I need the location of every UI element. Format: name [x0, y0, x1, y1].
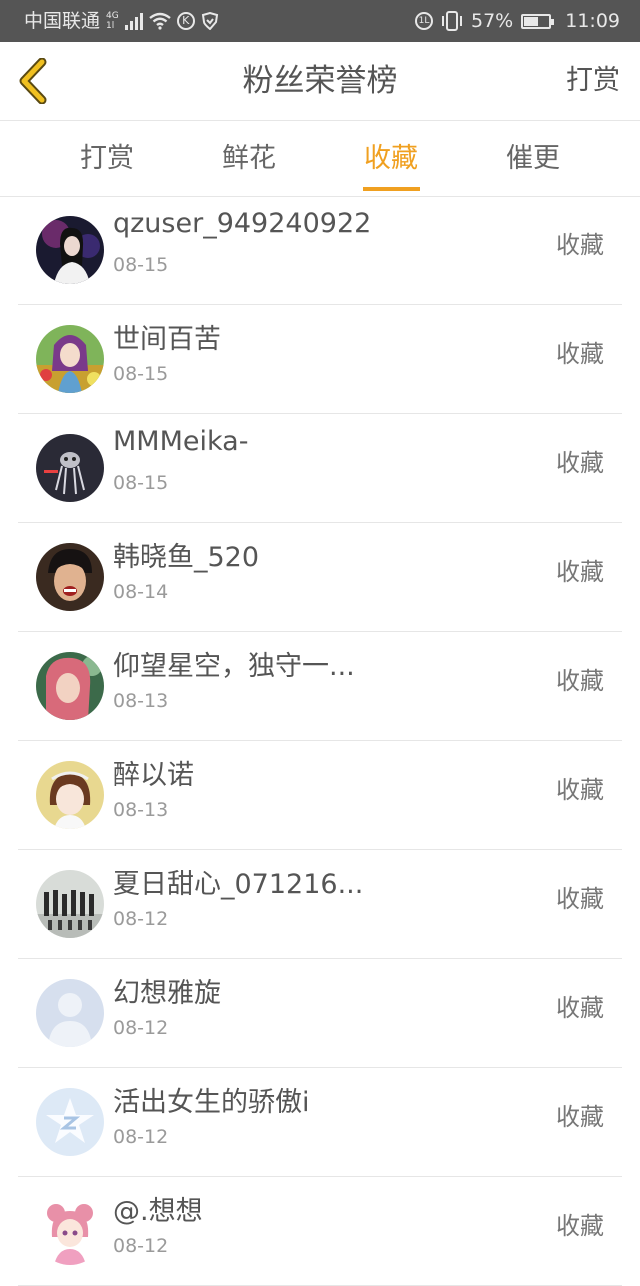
avatar default-avatar-icon[interactable]: [36, 979, 104, 1047]
date: 08-15: [113, 472, 169, 494]
action-label: 收藏: [556, 1212, 604, 1240]
list-item[interactable]: 夏日甜心_071216... 08-12 收藏: [18, 850, 622, 959]
date: 08-13: [113, 799, 169, 821]
avatar[interactable]: [36, 434, 104, 502]
k-icon: K: [176, 12, 195, 30]
list-item[interactable]: 醉以诺 08-13 收藏: [18, 741, 622, 850]
action-label: 收藏: [556, 558, 604, 586]
avatar[interactable]: [36, 1197, 104, 1265]
battery-percent: 57%: [471, 10, 514, 32]
user-name: 夏日甜心_071216...: [113, 869, 364, 900]
action-label: 收藏: [556, 1103, 604, 1131]
list-item[interactable]: 世间百苦 08-15 收藏: [18, 305, 622, 414]
action-label: 收藏: [556, 449, 604, 477]
list-item[interactable]: MMMeika- 08-15 收藏: [18, 414, 622, 523]
fan-list: qzuser_949240922 08-15 收藏 世间百苦 08-15 收藏 …: [0, 196, 640, 1286]
hd-call-icon: 1L: [415, 12, 433, 30]
app-header: 粉丝荣誉榜 打赏: [0, 42, 640, 121]
user-name: 幻想雅旋: [113, 978, 221, 1009]
page-title: 粉丝荣誉榜: [242, 63, 398, 99]
avatar[interactable]: [36, 325, 104, 393]
tip-button[interactable]: 打赏: [566, 42, 620, 120]
wifi-icon: [148, 12, 171, 30]
date: 08-13: [113, 690, 169, 712]
signal-icon: [124, 12, 143, 30]
avatar star-logo-icon[interactable]: [36, 1088, 104, 1156]
date: 08-14: [113, 581, 169, 603]
date: 08-12: [113, 1126, 169, 1148]
tab-favorites[interactable]: 收藏: [320, 121, 462, 196]
list-item[interactable]: qzuser_949240922 08-15 收藏: [18, 196, 622, 305]
action-label: 收藏: [556, 340, 604, 368]
user-name: 世间百苦: [113, 324, 221, 355]
user-name: 活出女生的骄傲i: [113, 1087, 310, 1118]
user-name: 仰望星空，独守一...: [113, 651, 355, 682]
tab-urge-update[interactable]: 催更: [462, 121, 604, 196]
action-label: 收藏: [556, 231, 604, 259]
clock: 11:09: [565, 10, 620, 32]
action-label: 收藏: [556, 667, 604, 695]
active-tab-indicator: [363, 187, 420, 191]
carrier-name: 中国联通: [24, 10, 101, 32]
date: 08-12: [113, 908, 169, 930]
date: 08-15: [113, 254, 169, 276]
user-name: 醉以诺: [113, 760, 194, 791]
network-label: 4G: [106, 11, 119, 21]
action-label: 收藏: [556, 994, 604, 1022]
avatar[interactable]: [36, 543, 104, 611]
battery-icon: [521, 13, 555, 29]
action-label: 收藏: [556, 885, 604, 913]
avatar[interactable]: [36, 761, 104, 829]
tab-flowers[interactable]: 鲜花: [178, 121, 320, 196]
date: 08-15: [113, 363, 169, 385]
list-item[interactable]: 活出女生的骄傲i 08-12 收藏: [18, 1068, 622, 1177]
user-name: @.想想: [113, 1196, 203, 1227]
avatar[interactable]: [36, 870, 104, 938]
tab-bar: 打赏 鲜花 收藏 催更: [0, 121, 640, 197]
status-bar: 中国联通 4G 1l K 1L 57% 11:09: [0, 0, 640, 42]
user-name: MMMeika-: [113, 426, 249, 457]
avatar[interactable]: [36, 652, 104, 720]
vibrate-icon: [442, 11, 462, 31]
tab-tip[interactable]: 打赏: [36, 121, 178, 196]
shield-icon: [201, 12, 218, 30]
user-name: 韩晓鱼_520: [113, 542, 260, 573]
list-item[interactable]: 仰望星空，独守一... 08-13 收藏: [18, 632, 622, 741]
user-name: qzuser_949240922: [113, 208, 372, 239]
avatar[interactable]: [36, 216, 104, 284]
list-item[interactable]: 韩晓鱼_520 08-14 收藏: [18, 523, 622, 632]
action-label: 收藏: [556, 776, 604, 804]
network-sublabel: 1l: [106, 21, 115, 31]
list-item[interactable]: 幻想雅旋 08-12 收藏: [18, 959, 622, 1068]
network-type: 4G 1l: [106, 11, 119, 31]
date: 08-12: [113, 1235, 169, 1257]
list-item[interactable]: @.想想 08-12 收藏: [18, 1177, 622, 1286]
date: 08-12: [113, 1017, 169, 1039]
